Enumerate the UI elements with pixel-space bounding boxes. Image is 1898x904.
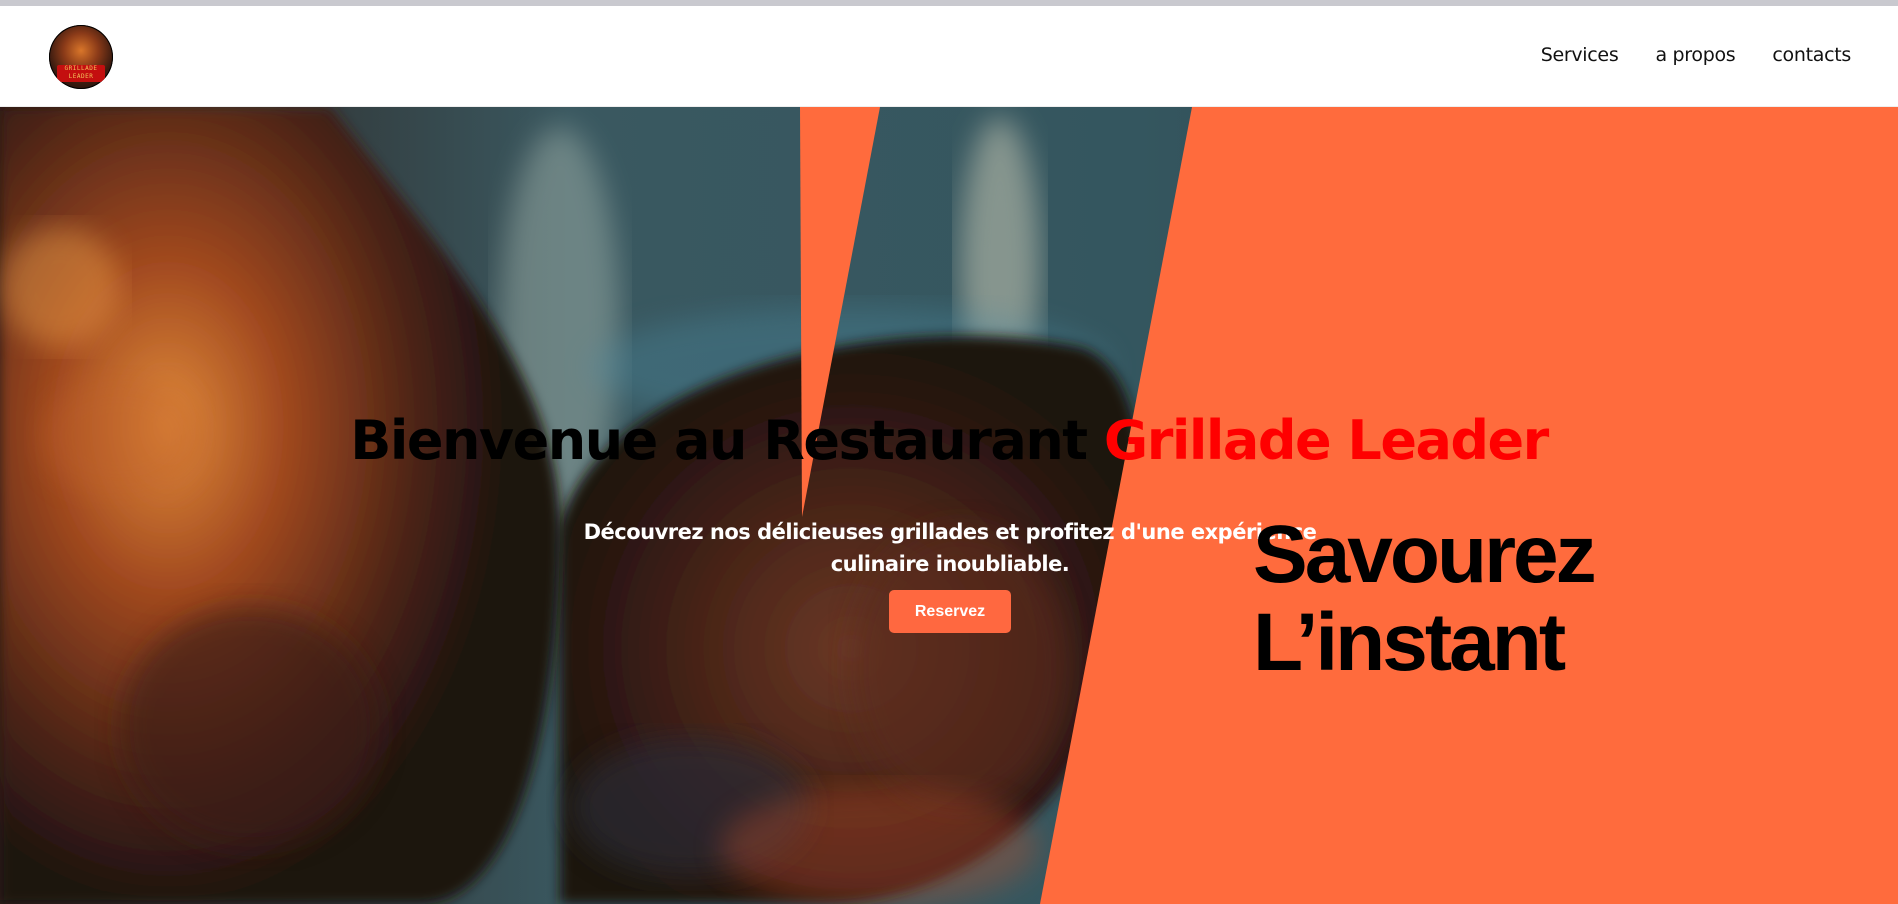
- slogan-line2: L’instant: [1253, 597, 1566, 688]
- nav-link-a-propos[interactable]: a propos: [1655, 44, 1735, 66]
- main-nav: Services a propos contacts: [1541, 44, 1852, 66]
- site-header: GRILLADE LEADER Services a propos contac…: [0, 6, 1898, 107]
- hero-subtitle-line1: Découvrez nos délicieuses grillades et p…: [583, 520, 1317, 544]
- hero-background-image: [0, 107, 1898, 904]
- hero-subtitle: Découvrez nos délicieuses grillades et p…: [560, 516, 1340, 580]
- reservez-button[interactable]: Reservez: [889, 590, 1011, 633]
- hero-subtitle-line2: culinaire inoubliable.: [830, 552, 1070, 576]
- hero-title: Bienvenue au Restaurant Grillade Leader: [0, 409, 1898, 472]
- slogan-line1: Savourez: [1253, 509, 1597, 600]
- hero-section: Bienvenue au Restaurant Grillade Leader …: [0, 107, 1898, 904]
- slogan-text: Savourez L’instant: [1253, 509, 1597, 688]
- nav-link-services[interactable]: Services: [1541, 44, 1619, 66]
- logo-band: GRILLADE LEADER: [57, 65, 105, 82]
- hero-title-prefix: Bienvenue au Restaurant: [350, 409, 1104, 472]
- logo-text-line2: LEADER: [68, 73, 94, 80]
- restaurant-logo[interactable]: GRILLADE LEADER: [49, 25, 113, 89]
- nav-link-contacts[interactable]: contacts: [1772, 44, 1851, 66]
- logo-text-line1: GRILLADE: [64, 65, 98, 72]
- hero-title-brand: Grillade Leader: [1103, 409, 1549, 472]
